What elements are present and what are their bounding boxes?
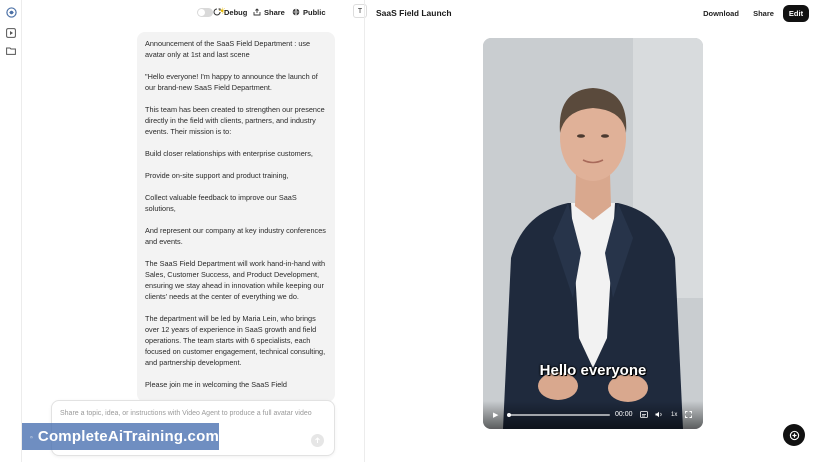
theme-toggle[interactable]	[197, 8, 213, 17]
arrow-up-icon	[315, 437, 320, 443]
share-video-button[interactable]: Share	[751, 5, 776, 22]
share-icon	[253, 8, 261, 16]
fullscreen-icon[interactable]	[685, 411, 692, 420]
watermark-text: CompleteAiTraining.com	[37, 428, 219, 445]
debug-label: Debug	[224, 7, 248, 17]
left-rail	[0, 0, 22, 462]
download-button[interactable]: Download	[698, 5, 744, 22]
message-paragraph: Announcement of the SaaS Field Departmen…	[145, 39, 311, 59]
panel-divider	[364, 0, 365, 462]
message-paragraph: This team has been created to strengthen…	[145, 105, 325, 136]
public-button[interactable]: Public	[292, 5, 326, 19]
message-paragraph: And represent our company at key industr…	[145, 226, 326, 246]
message-paragraph: Collect valuable feedback to improve our…	[145, 193, 297, 213]
send-button[interactable]	[311, 434, 324, 447]
video-title: SaaS Field Launch	[376, 8, 452, 18]
folder-icon[interactable]	[5, 45, 17, 57]
message-paragraph: The department will be led by Maria Lein…	[145, 314, 326, 367]
chat-topbar: ☀ Debug Share Public T	[22, 0, 367, 24]
public-label: Public	[303, 7, 326, 17]
share-button[interactable]: Share	[253, 5, 285, 19]
video-caption: Hello everyone	[539, 362, 647, 379]
progress-track[interactable]	[507, 413, 610, 417]
user-message-bubble: Announcement of the SaaS Field Departmen…	[137, 32, 335, 402]
play-square-icon[interactable]	[5, 27, 17, 39]
playback-speed[interactable]: 1x	[671, 412, 677, 418]
video-controls: ▶ 00:00 1x	[483, 401, 703, 429]
message-paragraph: "Hello everyone! I'm happy to announce t…	[145, 72, 318, 92]
debug-button[interactable]: Debug	[213, 5, 247, 19]
app-logo-icon[interactable]	[5, 6, 17, 18]
prompt-input[interactable]: Share a topic, idea, or instructions wit…	[60, 410, 312, 417]
share-label: Share	[264, 7, 285, 17]
assistant-fab-button[interactable]	[783, 424, 805, 446]
play-icon[interactable]: ▶	[493, 411, 498, 419]
time-display: 00:00	[615, 411, 633, 418]
volume-icon[interactable]	[655, 411, 663, 420]
watermark-logo-icon	[30, 435, 33, 438]
assistant-icon	[789, 430, 799, 440]
captions-icon[interactable]	[640, 411, 648, 420]
edit-button[interactable]: Edit	[783, 5, 809, 22]
message-paragraph: Build closer relationships with enterpri…	[145, 149, 313, 158]
message-paragraph: Please join me in welcoming the SaaS Fie…	[145, 380, 287, 389]
debug-icon	[213, 8, 221, 16]
message-paragraph: The SaaS Field Department will work hand…	[145, 259, 326, 301]
message-paragraph: Provide on-site support and product trai…	[145, 171, 289, 180]
video-player[interactable]: Hello everyone ▶ 00:00 1x	[483, 38, 703, 429]
globe-icon	[292, 8, 300, 16]
watermark-banner: CompleteAiTraining.com	[22, 423, 219, 450]
